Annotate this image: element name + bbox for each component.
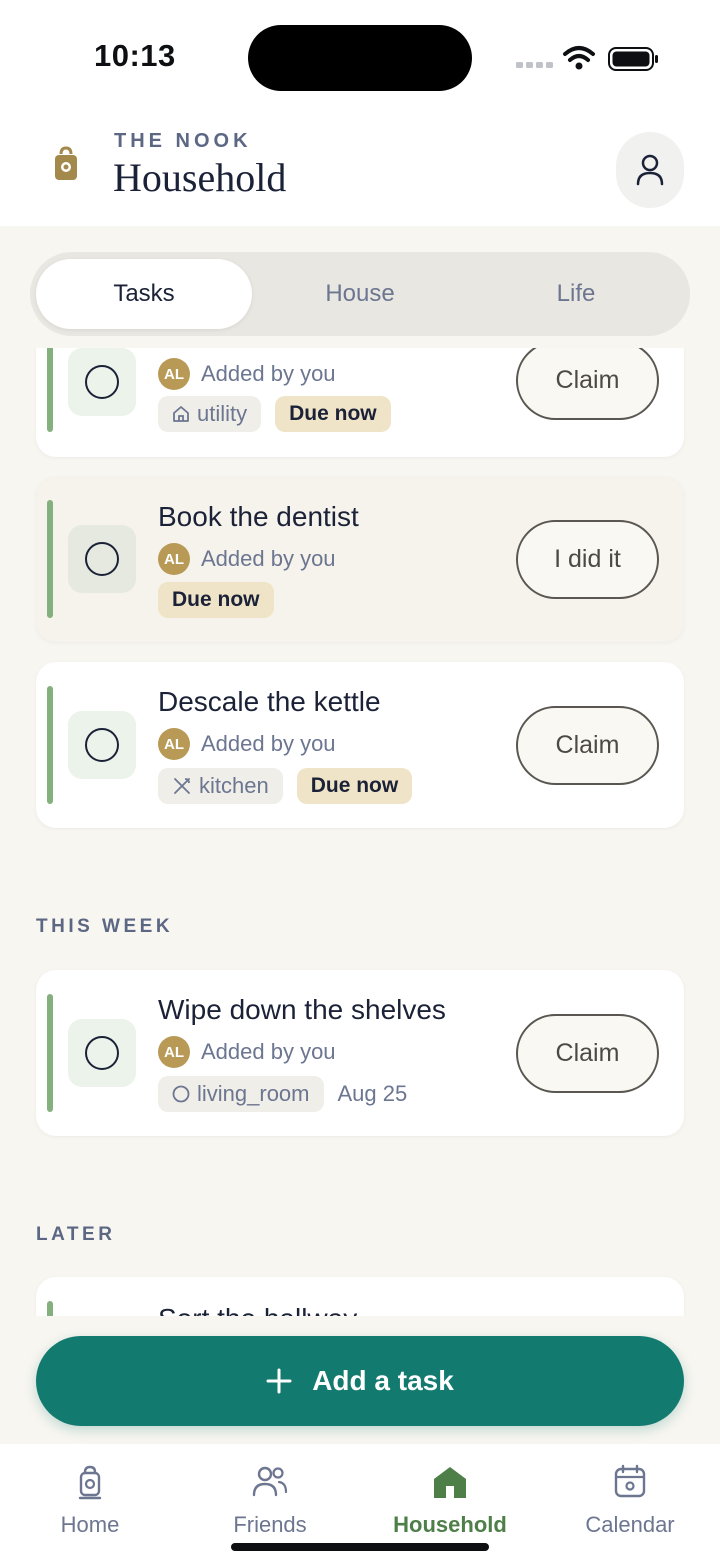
lantern-logo-icon <box>55 146 77 180</box>
added-by: Added by you <box>201 546 336 571</box>
task-title: Sort the hallway <box>158 1303 357 1316</box>
section-header-later: LATER <box>36 1224 116 1245</box>
tag-label: kitchen <box>199 773 269 798</box>
calendar-icon <box>614 1464 646 1498</box>
task-tags: kitchen Due now <box>158 768 426 804</box>
task-accent-bar <box>47 686 53 804</box>
tab-label: Household <box>393 1512 507 1537</box>
task-card[interactable]: AL Added by you utility Due now Claim <box>36 348 684 457</box>
task-title: Wipe down the shelves <box>158 994 446 1025</box>
task-checkbox[interactable] <box>68 1019 136 1087</box>
task-card[interactable]: Wipe down the shelves AL Added by you li… <box>36 970 684 1136</box>
house-icon <box>434 1467 466 1498</box>
people-icon <box>252 1466 288 1497</box>
task-checkbox[interactable] <box>68 348 136 416</box>
task-accent-bar <box>47 1301 53 1316</box>
avatar: AL <box>158 728 190 760</box>
tab-home[interactable]: Home <box>0 1444 180 1566</box>
lantern-icon <box>78 1465 102 1500</box>
task-accent-bar <box>47 994 53 1112</box>
task-tags: utility Due now <box>158 396 405 432</box>
section-header-this-week: THIS WEEK <box>36 916 174 937</box>
added-by: Added by you <box>201 1039 336 1064</box>
task-list[interactable]: AL Added by you utility Due now Claim Bo… <box>0 348 720 1316</box>
avatar: AL <box>158 1036 190 1068</box>
task-meta: AL Added by you <box>158 358 336 390</box>
task-tags: living_room Aug 25 <box>158 1076 407 1112</box>
i-did-it-button[interactable]: I did it <box>516 520 659 599</box>
user-icon <box>636 154 664 186</box>
task-accent-bar <box>47 348 53 432</box>
added-by: Added by you <box>201 731 336 756</box>
room-tag: kitchen <box>158 768 283 804</box>
task-meta: AL Added by you <box>158 543 336 575</box>
add-task-label: Add a task <box>312 1365 454 1396</box>
claim-button[interactable]: Claim <box>516 348 659 420</box>
header-area: 10:13 THE NOOK Household <box>0 0 720 226</box>
app-eyebrow: THE NOOK <box>114 130 252 152</box>
signal-icon <box>516 62 553 68</box>
tab-label: Calendar <box>585 1512 675 1537</box>
claim-button[interactable]: Claim <box>516 706 659 785</box>
due-date: Aug 25 <box>337 1081 408 1106</box>
task-title: Book the dentist <box>158 501 359 532</box>
due-badge: Due now <box>158 582 274 618</box>
dynamic-island <box>248 25 472 91</box>
tab-tasks[interactable]: Tasks <box>36 259 252 329</box>
status-icons <box>516 46 658 71</box>
avatar: AL <box>158 358 190 390</box>
tab-label: Home <box>60 1512 120 1537</box>
task-meta: AL Added by you <box>158 728 336 760</box>
plus-icon <box>266 1368 292 1394</box>
task-accent-bar <box>47 500 53 618</box>
add-task-button[interactable]: Add a task <box>36 1336 684 1426</box>
task-meta: AL Added by you <box>158 1036 336 1068</box>
room-tag: utility <box>158 396 262 432</box>
home-indicator <box>231 1543 489 1551</box>
due-badge: Due now <box>275 396 391 432</box>
avatar: AL <box>158 543 190 575</box>
due-badge: Due now <box>296 768 413 804</box>
task-card[interactable]: Descale the kettle AL Added by you kitch… <box>36 662 684 828</box>
profile-button[interactable] <box>616 132 684 208</box>
claim-button[interactable]: Claim <box>516 1014 659 1093</box>
utensils-icon <box>174 778 190 794</box>
task-checkbox[interactable] <box>68 525 136 593</box>
page-title: Household <box>113 155 287 200</box>
tab-label: Friends <box>233 1512 307 1537</box>
status-time: 10:13 <box>94 38 176 73</box>
tag-label: living_room <box>197 1081 310 1106</box>
house-icon <box>173 406 189 422</box>
battery-icon <box>608 47 658 71</box>
task-card[interactable]: Sort the hallway <box>36 1277 684 1316</box>
room-tag: living_room <box>158 1076 324 1112</box>
wifi-icon <box>563 46 595 62</box>
segmented-control: Tasks House Life <box>30 252 690 336</box>
tab-calendar[interactable]: Calendar <box>540 1444 720 1566</box>
tag-label: utility <box>197 401 248 426</box>
task-card[interactable]: Book the dentist AL Added by you Due now… <box>36 477 684 642</box>
added-by: Added by you <box>201 361 336 386</box>
tab-life[interactable]: Life <box>468 259 684 329</box>
tab-house[interactable]: House <box>252 259 468 329</box>
task-title: Descale the kettle <box>158 686 381 717</box>
task-tags: Due now <box>158 582 288 618</box>
task-checkbox[interactable] <box>68 711 136 779</box>
circle-icon <box>172 1085 190 1103</box>
